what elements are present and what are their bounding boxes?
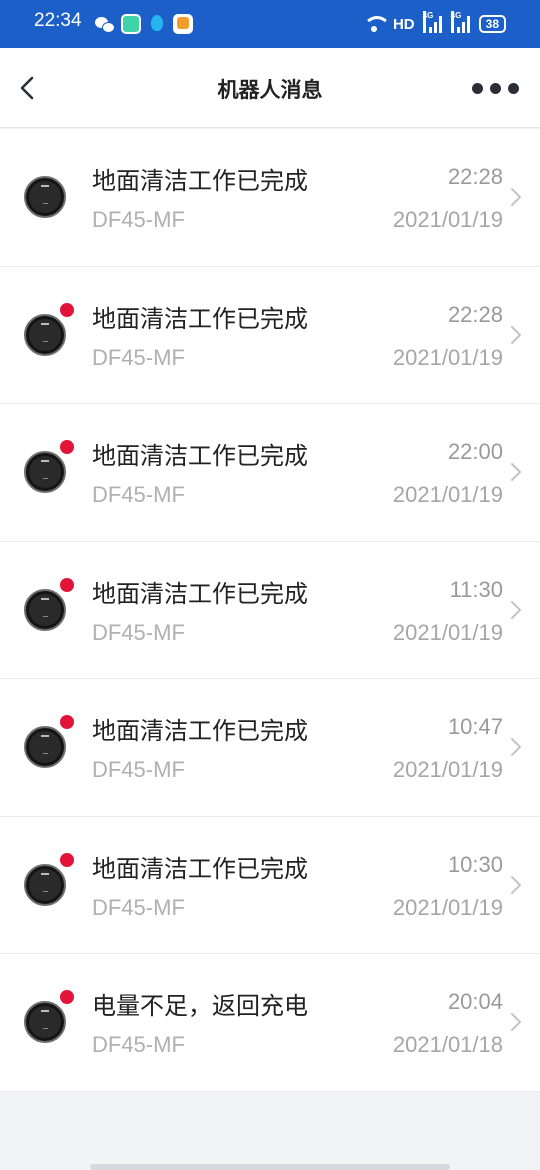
message-date: 2021/01/19 bbox=[392, 619, 503, 645]
device-name: DF45-MF bbox=[92, 344, 185, 370]
device-name: DF45-MF bbox=[92, 1032, 185, 1057]
qq-icon bbox=[147, 14, 167, 34]
robot-avatar-icon bbox=[24, 1001, 66, 1043]
message-time: 20:04 bbox=[447, 989, 503, 1014]
message-title: 地面清洁工作已完成 bbox=[92, 717, 308, 745]
device-name: DF45-MF bbox=[92, 482, 185, 507]
unread-dot bbox=[60, 715, 74, 729]
message-title: 电量不足，返回充电 bbox=[92, 992, 308, 1020]
chevron-right-icon bbox=[511, 188, 521, 206]
device-name: DF45-MF bbox=[92, 757, 185, 782]
app-header: 机器人消息 bbox=[0, 48, 540, 128]
app-icon bbox=[173, 14, 193, 34]
robot-avatar-icon bbox=[24, 588, 66, 631]
chevron-right-icon bbox=[511, 600, 521, 619]
status-bar: 22:34 HD 4G 4G 38 bbox=[0, 0, 540, 48]
message-item[interactable]: 地面清洁工作已完成 10:47 DF45-MF 2021/01/19 bbox=[0, 679, 540, 817]
network-label: HD bbox=[392, 15, 415, 33]
robot-avatar-icon bbox=[24, 726, 66, 768]
message-item[interactable]: 电量不足，返回充电 20:04 DF45-MF 2021/01/18 bbox=[0, 954, 540, 1092]
message-date: 2021/01/19 bbox=[392, 482, 503, 507]
unread-dot bbox=[60, 852, 74, 867]
device-name: DF45-MF bbox=[92, 207, 185, 232]
signal-label: 4G bbox=[422, 11, 433, 33]
chevron-right-icon bbox=[511, 875, 521, 894]
unread-dot bbox=[60, 990, 74, 1004]
chevron-right-icon bbox=[511, 738, 521, 756]
message-title: 地面清洁工作已完成 bbox=[92, 442, 308, 470]
device-name: DF45-MF bbox=[92, 619, 185, 645]
signal-icon: 4G bbox=[422, 11, 443, 33]
unread-dot bbox=[60, 577, 74, 592]
message-item[interactable]: 地面清洁工作已完成 22:28 DF45-MF 2021/01/19 bbox=[0, 267, 540, 404]
wechat-icon bbox=[94, 14, 115, 34]
unread-dot bbox=[60, 302, 74, 317]
message-item[interactable]: 地面清洁工作已完成 11:30 DF45-MF 2021/01/19 bbox=[0, 542, 540, 679]
chevron-right-icon bbox=[511, 463, 521, 481]
unread-dot bbox=[60, 440, 74, 454]
message-date: 2021/01/19 bbox=[392, 207, 503, 232]
more-dots-icon[interactable] bbox=[472, 74, 528, 102]
message-time: 22:00 bbox=[447, 439, 503, 464]
message-title: 地面清洁工作已完成 bbox=[92, 579, 308, 608]
home-indicator bbox=[90, 1164, 450, 1170]
message-item[interactable]: 地面清洁工作已完成 10:30 DF45-MF 2021/01/19 bbox=[0, 817, 540, 954]
message-time: 22:28 bbox=[447, 301, 503, 327]
message-time: 10:47 bbox=[447, 714, 503, 739]
message-list: 地面清洁工作已完成 22:28 DF45-MF 2021/01/19 地面清洁工作已完成… bbox=[0, 129, 540, 1092]
message-time: 10:30 bbox=[447, 851, 503, 877]
robot-avatar-icon bbox=[24, 863, 66, 906]
message-date: 2021/01/18 bbox=[392, 1032, 503, 1057]
message-title: 地面清洁工作已完成 bbox=[92, 854, 308, 883]
robot-avatar-icon bbox=[24, 176, 66, 218]
chevron-right-icon bbox=[511, 325, 521, 344]
signal-icon: 4G bbox=[450, 11, 471, 33]
message-date: 2021/01/19 bbox=[392, 757, 503, 782]
signal-label: 4G bbox=[450, 11, 461, 33]
message-title: 地面清洁工作已完成 bbox=[92, 167, 308, 195]
message-time: 11:30 bbox=[449, 576, 503, 602]
message-item[interactable]: 地面清洁工作已完成 22:28 DF45-MF 2021/01/19 bbox=[0, 129, 540, 267]
robot-avatar-icon bbox=[24, 451, 66, 493]
page-title: 机器人消息 bbox=[217, 78, 323, 102]
wifi-icon bbox=[362, 16, 391, 32]
message-title: 地面清洁工作已完成 bbox=[92, 304, 308, 333]
battery-icon: 38 bbox=[478, 15, 506, 33]
device-name: DF45-MF bbox=[92, 894, 185, 920]
message-date: 2021/01/19 bbox=[392, 894, 503, 920]
message-item[interactable]: 地面清洁工作已完成 22:00 DF45-MF 2021/01/19 bbox=[0, 404, 540, 542]
message-time: 22:28 bbox=[447, 164, 503, 189]
app-icon bbox=[121, 14, 141, 34]
status-time: 22:34 bbox=[34, 10, 82, 31]
message-date: 2021/01/19 bbox=[392, 344, 503, 370]
chevron-right-icon bbox=[511, 1013, 521, 1031]
robot-avatar-icon bbox=[24, 313, 66, 356]
